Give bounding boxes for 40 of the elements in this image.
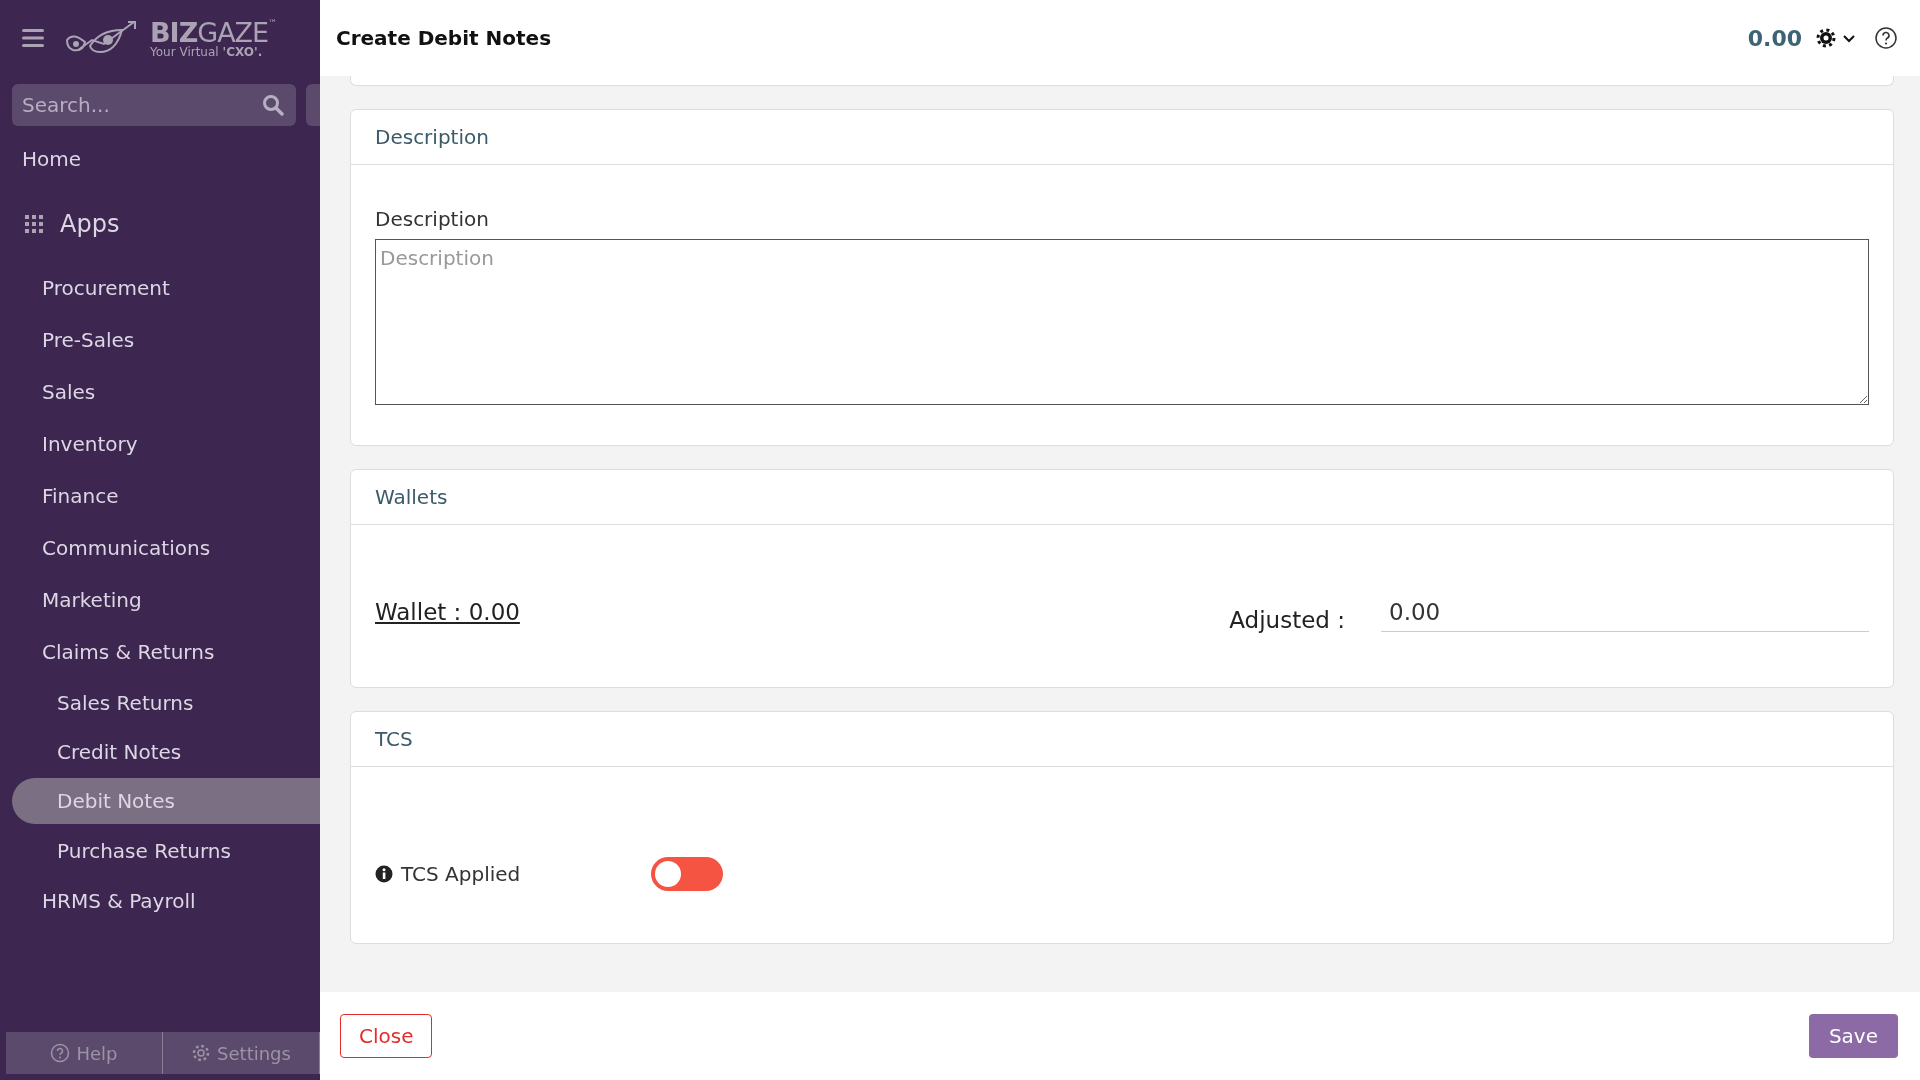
settings-icon[interactable] bbox=[1816, 28, 1836, 48]
info-icon bbox=[375, 865, 393, 883]
help-icon[interactable] bbox=[1874, 26, 1898, 50]
save-button[interactable]: Save bbox=[1808, 1014, 1898, 1058]
menu-icon[interactable] bbox=[22, 28, 46, 48]
help-icon bbox=[50, 1043, 71, 1063]
toggle-switch[interactable] bbox=[651, 857, 723, 891]
sidebar-item[interactable]: Sales Returns bbox=[0, 678, 320, 727]
section-title: TCS bbox=[375, 727, 413, 751]
sidebar-item[interactable]: Pre-Sales bbox=[0, 314, 320, 366]
sidebar-item[interactable]: Inventory bbox=[0, 418, 320, 470]
total-amount: 0.00 bbox=[1747, 25, 1802, 51]
search-icon[interactable] bbox=[262, 94, 284, 116]
sidebar-item[interactable]: Marketing bbox=[0, 574, 320, 626]
sidebar-item[interactable]: Home bbox=[0, 132, 320, 186]
sidebar-item[interactable]: Claims & Returns bbox=[0, 626, 320, 678]
field-label: Adjusted : bbox=[1229, 607, 1345, 633]
settings-icon bbox=[191, 1043, 212, 1063]
sidebar-item[interactable]: HRMS & Payroll bbox=[0, 875, 320, 927]
sidebar-item[interactable]: Sales bbox=[0, 366, 320, 418]
caret-icon[interactable] bbox=[1842, 33, 1856, 43]
search-field[interactable]: Search... bbox=[12, 84, 296, 126]
grid-icon bbox=[24, 214, 44, 234]
field-label: Description bbox=[375, 207, 490, 231]
sidebar-item[interactable]: Credit Notes bbox=[0, 727, 320, 776]
section-title: Description bbox=[375, 125, 489, 149]
section-title: Wallets bbox=[375, 485, 448, 509]
sidebar-item[interactable]: Procurement bbox=[0, 262, 320, 314]
brand-logo-text: BIZGAZE™ Your Virtual 'CXO'. bbox=[150, 18, 277, 58]
page-title: Create Debit Notes bbox=[336, 26, 553, 50]
sidebar-item[interactable]: Communications bbox=[0, 522, 320, 574]
sidebar-item[interactable]: Finance bbox=[0, 470, 320, 522]
close-button[interactable]: Close bbox=[340, 1014, 433, 1058]
wallet-link[interactable]: Wallet : 0.00 bbox=[375, 599, 520, 625]
description-field[interactable]: Description bbox=[375, 239, 1869, 405]
field-label: TCS Applied bbox=[401, 862, 521, 886]
sidebar-item[interactable]: Purchase Returns bbox=[0, 826, 320, 875]
adjusted-field[interactable]: 0.00 bbox=[1381, 592, 1869, 632]
apps-label: Apps bbox=[60, 210, 120, 238]
apps-menu[interactable]: Apps bbox=[0, 186, 320, 262]
